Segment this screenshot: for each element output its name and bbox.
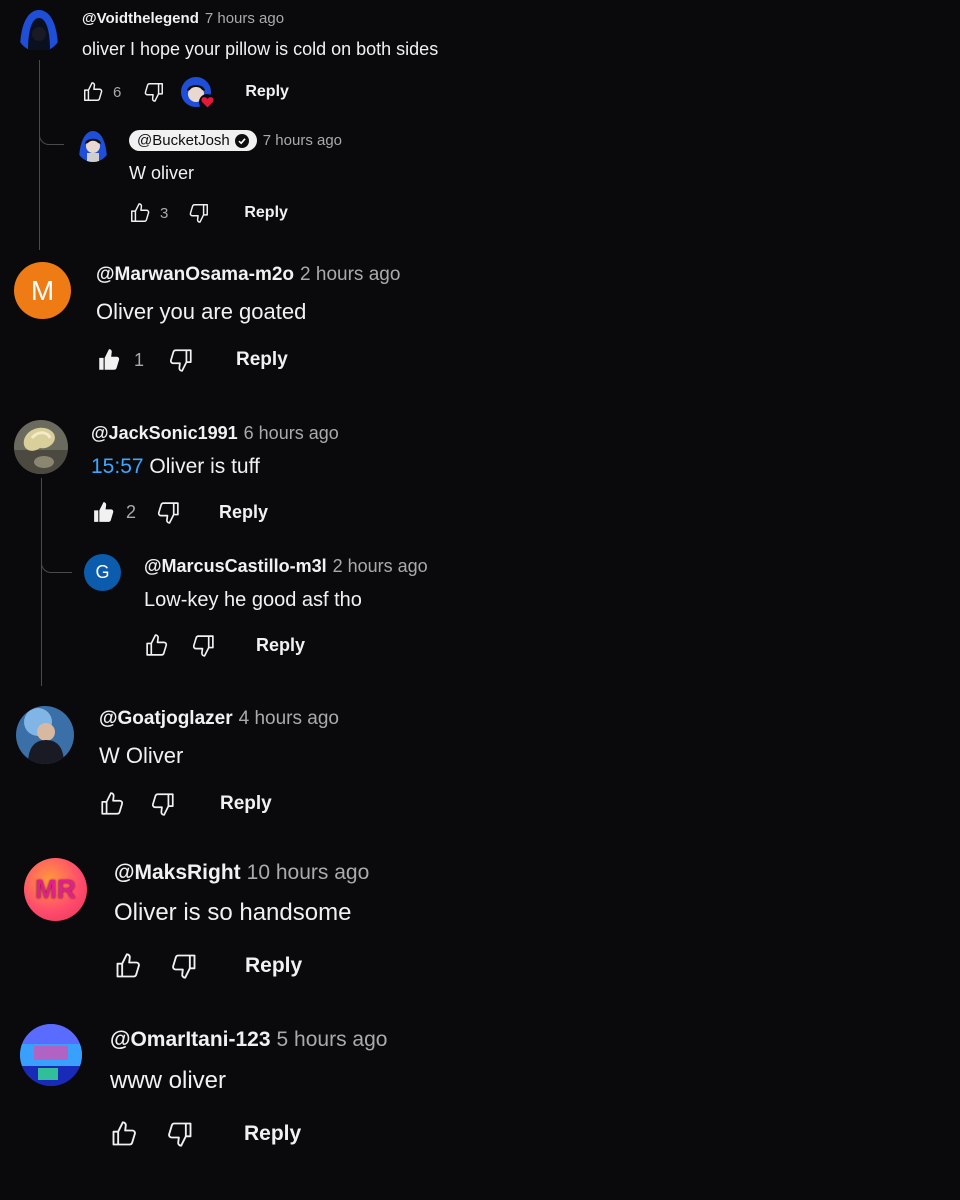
reply-button[interactable]: Reply [244,1122,301,1146]
like-button-icon[interactable] [91,500,116,525]
comment-meta: @JackSonic1991 6 hours ago [91,423,339,444]
comment-text: Low-key he good asf tho [144,589,362,611]
verified-check-icon [234,133,249,148]
profile-photo-avatar [76,128,110,162]
comment-time[interactable]: 2 hours ago [333,556,428,577]
reply-button[interactable]: Reply [220,793,272,815]
comment-author[interactable]: @MaksRight [114,861,241,885]
dislike-button-icon[interactable] [168,347,194,373]
thread-line [39,60,40,250]
dislike-button-icon[interactable] [150,791,176,817]
like-button-icon[interactable] [110,1120,138,1148]
reply-button[interactable]: Reply [256,635,305,656]
heart-icon [199,94,216,110]
comment-meta: @Goatjoglazer 4 hours ago [99,708,339,730]
reply-button[interactable]: Reply [245,954,302,978]
like-count: 2 [126,501,137,522]
comment-text-body: Oliver is tuff [149,455,260,478]
comment-meta: @MarwanOsama-m2o 2 hours ago [96,264,400,286]
comment-time[interactable]: 4 hours ago [239,708,339,730]
profile-photo-avatar [14,420,68,474]
avatar-letter: M [30,274,55,306]
like-button-icon[interactable] [129,202,151,224]
comment-meta: @OmarItani-123 5 hours ago [110,1028,387,1052]
reply-button[interactable]: Reply [245,83,289,101]
comment-actions: 2 Reply [91,498,268,526]
comment-author[interactable]: @Goatjoglazer [99,708,233,730]
comment-text: oliver I hope your pillow is cold on bot… [82,39,439,59]
dislike-button-icon[interactable] [188,202,210,224]
comment-actions: Reply [99,789,272,819]
avatar[interactable] [76,128,110,162]
comment-author: @BucketJosh [137,132,230,149]
comment-actions: Reply [114,950,302,982]
like-count: 1 [134,349,145,370]
like-count: 3 [160,204,169,222]
dislike-button-icon[interactable] [143,81,165,103]
dislike-button-icon[interactable] [170,952,198,980]
like-button-icon[interactable] [114,952,142,980]
hooded-figure-avatar [20,10,58,50]
like-button-icon[interactable] [96,347,122,373]
avatar[interactable] [14,420,68,474]
comment-actions: Reply [144,631,305,659]
creator-heart-avatar [181,77,216,110]
profile-photo-avatar [16,706,74,764]
reply-connector [41,548,72,573]
comment-time[interactable]: 7 hours ago [205,10,284,27]
comment-text: Oliver is so handsome [114,899,352,926]
avatar[interactable]: M [14,262,71,319]
comment-meta: @BucketJosh 7 hours ago [129,130,342,151]
comment-author[interactable]: @JackSonic1991 [91,423,238,444]
dislike-button-icon[interactable] [166,1120,194,1148]
like-count: 6 [113,83,122,101]
avatar[interactable] [16,706,74,764]
comment-actions: Reply [110,1118,301,1150]
comment-time[interactable]: 5 hours ago [277,1028,388,1052]
avatar-letter: G [95,562,110,582]
comment-actions: 6 Reply [82,77,289,110]
comment-text: Oliver you are goated [96,299,307,324]
logo-avatar [20,1024,82,1086]
comment-actions: 1 Reply [96,345,288,375]
reply-connector [39,120,64,145]
comment-text: W Oliver [99,743,184,768]
avatar[interactable] [16,6,62,52]
comment-author[interactable]: @MarcusCastillo-m3l [144,556,327,577]
reply-button[interactable]: Reply [236,349,288,371]
comment-text: 15:57 Oliver is tuff [91,455,260,479]
comment-meta: @MarcusCastillo-m3l 2 hours ago [144,556,428,577]
like-button-icon[interactable] [82,81,104,103]
comment-time[interactable]: 2 hours ago [300,264,400,286]
avatar-letter: MR [35,874,76,904]
creator-badge[interactable]: @BucketJosh [129,130,257,151]
comment-time[interactable]: 6 hours ago [244,423,339,444]
comment-time[interactable]: 7 hours ago [263,132,342,149]
dislike-button-icon[interactable] [156,500,181,525]
comment-actions: 3 Reply [129,200,288,226]
comment-text: www oliver [110,1067,227,1094]
comment-meta: @MaksRight 10 hours ago [114,861,369,885]
thread-line [41,478,42,686]
video-timestamp-link[interactable]: 15:57 [91,455,144,478]
comment-author[interactable]: @MarwanOsama-m2o [96,264,294,286]
like-button-icon[interactable] [99,791,125,817]
dislike-button-icon[interactable] [191,633,216,658]
avatar[interactable]: G [84,554,121,591]
avatar[interactable]: MR [24,858,87,921]
like-button-icon[interactable] [144,633,169,658]
comment-author[interactable]: @Voidthelegend [82,10,199,27]
comment-author[interactable]: @OmarItani-123 [110,1028,271,1052]
reply-button[interactable]: Reply [244,204,288,222]
avatar[interactable] [20,1024,82,1086]
comment-time[interactable]: 10 hours ago [247,861,370,885]
comment-meta: @Voidthelegend 7 hours ago [82,10,284,27]
reply-button[interactable]: Reply [219,502,268,523]
comment-text: W oliver [129,163,195,183]
